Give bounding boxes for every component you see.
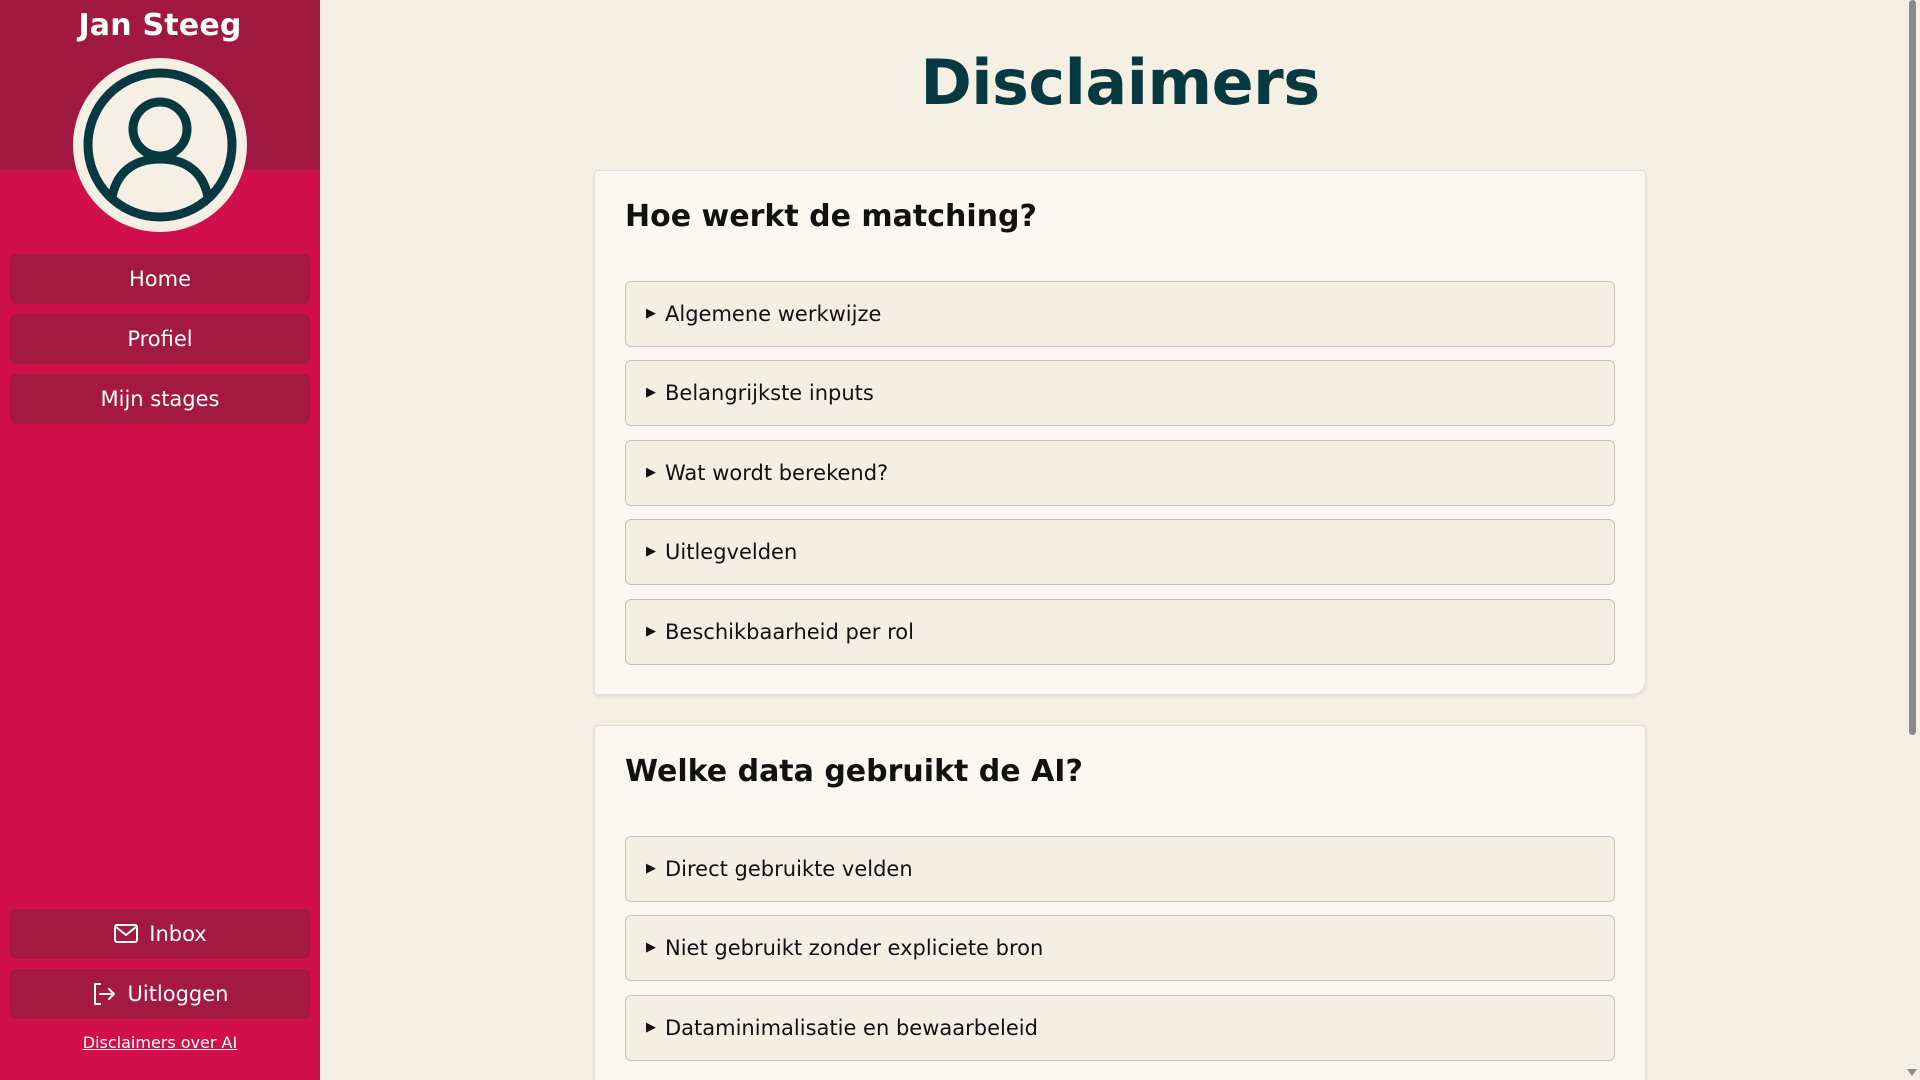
nav-profiel-button[interactable]: Profiel: [10, 314, 310, 364]
caret-right-icon: ▶: [646, 860, 656, 876]
accordion-item-label: Beschikbaarheid per rol: [665, 620, 914, 644]
nav-mijn-stages-button[interactable]: Mijn stages: [10, 374, 310, 424]
vertical-scrollbar[interactable]: [1904, 0, 1920, 1080]
accordion-item-label: Algemene werkwijze: [665, 302, 882, 326]
section-heading: Hoe werkt de matching?: [625, 199, 1037, 234]
user-name: Jan Steeg: [78, 8, 242, 43]
mail-icon: [114, 924, 139, 943]
accordion-item[interactable]: ▶ Dataminimalisatie en bewaarbeleid: [625, 995, 1615, 1061]
caret-right-icon: ▶: [646, 543, 656, 559]
accordion-item-label: Belangrijkste inputs: [665, 381, 874, 405]
section-card-matching: Hoe werkt de matching? ▶ Algemene werkwi…: [594, 170, 1646, 695]
app: Jan Steeg Home Profiel Mijn stages Inbox: [0, 0, 1920, 1080]
section-card-data: Welke data gebruikt de AI? ▶ Direct gebr…: [594, 725, 1646, 1080]
accordion-item-label: Niet gebruikt zonder expliciete bron: [665, 936, 1044, 960]
avatar[interactable]: [73, 58, 247, 232]
disclaimers-ai-link[interactable]: Disclaimers over AI: [0, 1033, 320, 1052]
sidebar: Jan Steeg Home Profiel Mijn stages Inbox: [0, 0, 320, 1080]
page-title: Disclaimers: [920, 46, 1320, 119]
caret-right-icon: ▶: [646, 623, 656, 639]
section-heading: Welke data gebruikt de AI?: [625, 754, 1083, 789]
caret-right-icon: ▶: [646, 305, 656, 321]
user-circle-icon: [83, 68, 237, 222]
logout-label: Uitloggen: [127, 982, 229, 1006]
nav-home-button[interactable]: Home: [10, 254, 310, 304]
accordion-item[interactable]: ▶ Niet gebruikt zonder expliciete bron: [625, 915, 1615, 981]
inbox-label: Inbox: [149, 922, 207, 946]
accordion-item-label: Direct gebruikte velden: [665, 857, 913, 881]
nav-profiel-label: Profiel: [127, 327, 193, 351]
scroll-down-arrow-icon[interactable]: [1907, 1069, 1917, 1076]
nav-home-label: Home: [128, 267, 191, 291]
accordion-item-label: Dataminimalisatie en bewaarbeleid: [665, 1016, 1038, 1040]
scrollbar-thumb[interactable]: [1909, 0, 1916, 735]
accordion-item[interactable]: ▶ Direct gebruikte velden: [625, 836, 1615, 902]
caret-right-icon: ▶: [646, 939, 656, 955]
accordion-item[interactable]: ▶ Algemene werkwijze: [625, 281, 1615, 347]
logout-button[interactable]: Uitloggen: [10, 969, 310, 1019]
caret-right-icon: ▶: [646, 1019, 656, 1035]
accordion-item[interactable]: ▶ Belangrijkste inputs: [625, 360, 1615, 426]
logout-icon: [94, 983, 116, 1005]
accordion-item[interactable]: ▶ Wat wordt berekend?: [625, 440, 1615, 506]
accordion-item[interactable]: ▶ Beschikbaarheid per rol: [625, 599, 1615, 665]
accordion-item-label: Uitlegvelden: [665, 540, 798, 564]
nav-mijn-stages-label: Mijn stages: [100, 387, 220, 411]
accordion-item-label: Wat wordt berekend?: [665, 461, 889, 485]
caret-right-icon: ▶: [646, 384, 656, 400]
accordion-item[interactable]: ▶ Uitlegvelden: [625, 519, 1615, 585]
caret-right-icon: ▶: [646, 464, 656, 480]
inbox-button[interactable]: Inbox: [10, 909, 310, 959]
